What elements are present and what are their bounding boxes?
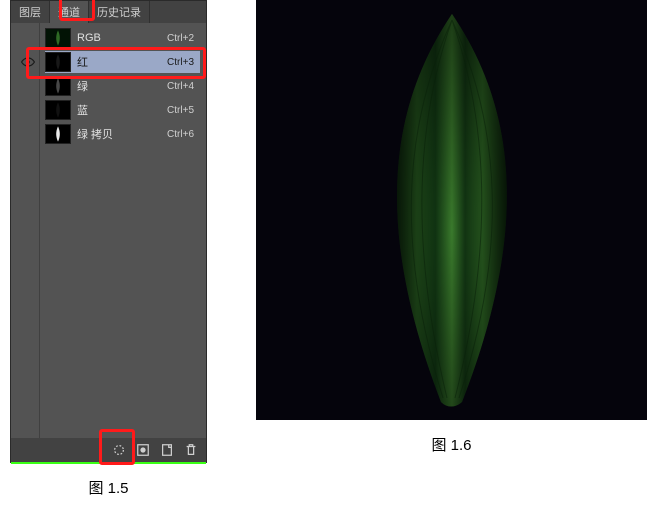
channel-label: 红 [77,54,167,70]
panel-footer [11,438,206,462]
channel-row-blue[interactable]: 蓝 Ctrl+5 [45,99,200,121]
visibility-toggle[interactable] [21,55,35,69]
leaf-icon [50,102,66,118]
eye-icon [21,55,35,69]
visibility-gutter [11,23,40,438]
load-selection-button[interactable] [112,443,126,457]
channel-shortcut: Ctrl+2 [167,33,194,44]
channel-thumb [45,28,71,48]
leaf-canvas [256,0,647,420]
save-selection-button[interactable] [136,443,150,457]
leaf-icon [50,126,66,142]
channel-label: 绿 [77,78,167,94]
channel-label: 蓝 [77,102,167,118]
figure-caption: 图 1.6 [256,434,647,455]
channel-thumb [45,124,71,144]
leaf-image [347,10,557,410]
delete-channel-button[interactable] [184,443,198,457]
channel-row-green-copy[interactable]: 绿 拷贝 Ctrl+6 [45,123,200,145]
trash-icon [184,443,198,457]
channel-thumb [45,100,71,120]
timeline-marker [11,462,206,464]
panel-tabs: 图层 通道 历史记录 [11,1,206,23]
channel-row-green[interactable]: 绿 Ctrl+4 [45,75,200,97]
figure-caption: 图 1.5 [10,477,207,498]
tab-history[interactable]: 历史记录 [89,1,150,23]
leaf-icon [50,78,66,94]
tab-channels[interactable]: 通道 [50,1,89,23]
tab-layers[interactable]: 图层 [11,1,50,23]
channel-label: 绿 拷贝 [77,126,167,142]
channel-shortcut: Ctrl+5 [167,105,194,116]
mask-icon [136,443,150,457]
channel-shortcut: Ctrl+3 [167,57,194,68]
channels-panel: 图层 通道 历史记录 RGB Ctrl+2 红 Ctrl+3 [10,0,207,463]
channel-shortcut: Ctrl+6 [167,129,194,140]
dotted-circle-icon [112,443,126,457]
new-page-icon [160,443,174,457]
channel-list: RGB Ctrl+2 红 Ctrl+3 绿 Ctrl+4 [45,27,200,145]
channel-row-rgb[interactable]: RGB Ctrl+2 [45,27,200,49]
channel-thumb [45,76,71,96]
channel-row-red[interactable]: 红 Ctrl+3 [45,51,200,73]
channel-thumb [45,52,71,72]
leaf-icon [50,30,66,46]
channel-shortcut: Ctrl+4 [167,81,194,92]
leaf-icon [50,54,66,70]
new-channel-button[interactable] [160,443,174,457]
channel-label: RGB [77,32,167,44]
